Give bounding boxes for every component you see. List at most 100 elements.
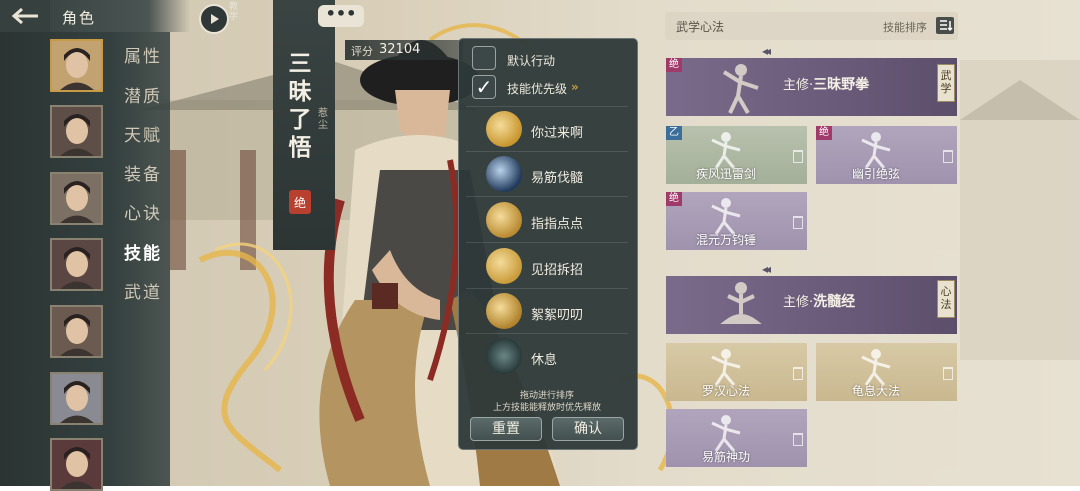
skill-priority-name: 絮絮叨叨: [531, 308, 584, 323]
character-portrait[interactable]: [50, 438, 103, 491]
checkmark-icon: ✓: [475, 75, 493, 99]
priority-hint: 上方技能能释放时优先释放: [492, 403, 601, 413]
popup-divider: [466, 196, 628, 197]
back-arrow-icon: [11, 7, 38, 25]
skill-slot[interactable]: 罗汉心法: [666, 343, 807, 401]
character-subtitle: 惹尘: [318, 108, 328, 131]
primary1-type-tag: 武学: [937, 64, 955, 102]
menu-item[interactable]: 武道: [124, 278, 162, 303]
avatar-icon: [52, 307, 101, 356]
trash-icon[interactable]: [943, 150, 953, 163]
skill-priority-name: 指指点点: [531, 217, 584, 232]
primary2-prefix: 主修·: [783, 295, 814, 310]
avatar-icon: [52, 174, 101, 223]
confirm-button[interactable]: 确认: [552, 417, 624, 441]
blue-crescent-icon: [486, 156, 522, 192]
skill-figure-icon: [711, 132, 741, 169]
primary2-type-tag: 心法: [937, 280, 955, 318]
chevron-right-icon: »: [571, 80, 579, 94]
primary1-corner-tag: 绝: [666, 58, 682, 72]
avatar-icon: [52, 440, 101, 489]
skill-figure-icon: [861, 132, 891, 169]
avatar-icon: [52, 107, 101, 156]
character-portrait[interactable]: [50, 372, 103, 425]
play-icon: [211, 14, 219, 24]
skill-sort-label: 技能排序: [883, 21, 927, 34]
skill-figure-icon: [711, 415, 741, 452]
score-label: 评分: [351, 45, 373, 58]
gold-swirl-icon: [486, 111, 522, 147]
skill-slot[interactable]: 幽引绝弦 绝: [816, 126, 957, 184]
decor-arrow-icon: ◂◂: [762, 44, 771, 58]
empty-skill-slot[interactable]: [816, 409, 957, 467]
primary2-name: 洗髓经: [813, 294, 856, 310]
skill-priority-name: 易筋伐髓: [531, 171, 584, 186]
trash-icon[interactable]: [793, 150, 803, 163]
back-button[interactable]: [0, 0, 50, 32]
avatar-icon: [52, 240, 101, 289]
skill-sort-button[interactable]: [936, 17, 954, 34]
meditation-figure-icon: [720, 282, 762, 324]
trash-icon[interactable]: [793, 433, 803, 446]
gold-finger-icon: [486, 202, 522, 238]
skill-priority-label: 技能优先级: [507, 82, 568, 96]
gold-burst-icon: [486, 248, 522, 284]
skill-priority-name: 见招拆招: [531, 263, 584, 278]
menu-item[interactable]: 天赋: [124, 121, 162, 146]
trash-icon[interactable]: [793, 216, 803, 229]
skill-slot-name: 疾风迅雷剑: [695, 167, 756, 181]
skill-slot[interactable]: 混元万钧锤 绝: [666, 192, 807, 250]
character-portrait[interactable]: [50, 39, 103, 92]
skill-slot-name: 罗汉心法: [701, 384, 750, 398]
reset-button[interactable]: 重置: [470, 417, 542, 441]
meditation-icon: [486, 338, 522, 374]
skill-slot-name: 易筋神功: [701, 450, 750, 464]
martial-panel-title: 武学心法: [676, 20, 725, 34]
skill-figure-icon: [861, 349, 891, 386]
menu-item[interactable]: 技能: [124, 239, 162, 264]
trash-icon[interactable]: [943, 367, 953, 380]
skill-slot[interactable]: 易筋神功: [666, 409, 807, 467]
tutorial-label: 教学: [229, 2, 239, 22]
avatar-icon: [52, 374, 101, 423]
character-portrait[interactable]: [50, 172, 103, 225]
menu-item[interactable]: 属性: [124, 42, 162, 67]
menu-item[interactable]: 装备: [124, 160, 162, 185]
default-action-checkbox[interactable]: [472, 46, 496, 70]
score-value: 32104: [379, 42, 421, 57]
character-portrait[interactable]: [50, 238, 103, 291]
skill-slot-name: 幽引绝弦: [851, 167, 900, 181]
skill-priority-checkbox[interactable]: ✓: [472, 75, 496, 99]
page-title: 角色: [62, 9, 97, 27]
menu-item[interactable]: 心诀: [124, 199, 162, 224]
skill-slot-name: 龟息大法: [851, 384, 900, 398]
rarity-corner-tag: 绝: [816, 126, 832, 140]
rarity-seal: 绝: [289, 190, 311, 214]
skill-slot[interactable]: 疾风迅雷剑 乙: [666, 126, 807, 184]
skill-figure-icon: [711, 198, 741, 235]
skill-slot-name: 混元万钧锤: [695, 233, 756, 247]
menu-item[interactable]: 潜质: [124, 82, 162, 107]
skill-slot[interactable]: 龟息大法: [816, 343, 957, 401]
rarity-corner-tag: 绝: [666, 192, 682, 206]
skill-priority-name: 你过来啊: [531, 126, 584, 141]
character-name: 三昧了悟: [288, 50, 312, 161]
character-portrait[interactable]: [50, 105, 103, 158]
martial-figure-icon: [722, 64, 759, 115]
primary-skill-name-2: 主修·洗髓经: [783, 291, 855, 311]
avatar-icon: [52, 41, 101, 90]
rarity-corner-tag: 乙: [666, 126, 682, 140]
primary-skill-name-1: 主修·三昧野拳: [783, 74, 869, 94]
empty-skill-slot[interactable]: [816, 192, 957, 250]
popup-divider: [466, 242, 628, 243]
trash-icon[interactable]: [793, 367, 803, 380]
chat-bubble-button[interactable]: •••: [318, 5, 364, 27]
skill-figure-icon: [711, 349, 741, 386]
primary1-name: 三昧野拳: [813, 77, 870, 93]
sort-icon: [940, 20, 953, 32]
character-portrait[interactable]: [50, 305, 103, 358]
decor-arrow-icon: ◂◂: [762, 262, 771, 276]
tutorial-button[interactable]: [199, 4, 229, 34]
gold-fist-icon: [486, 293, 522, 329]
primary1-prefix: 主修·: [783, 78, 814, 93]
